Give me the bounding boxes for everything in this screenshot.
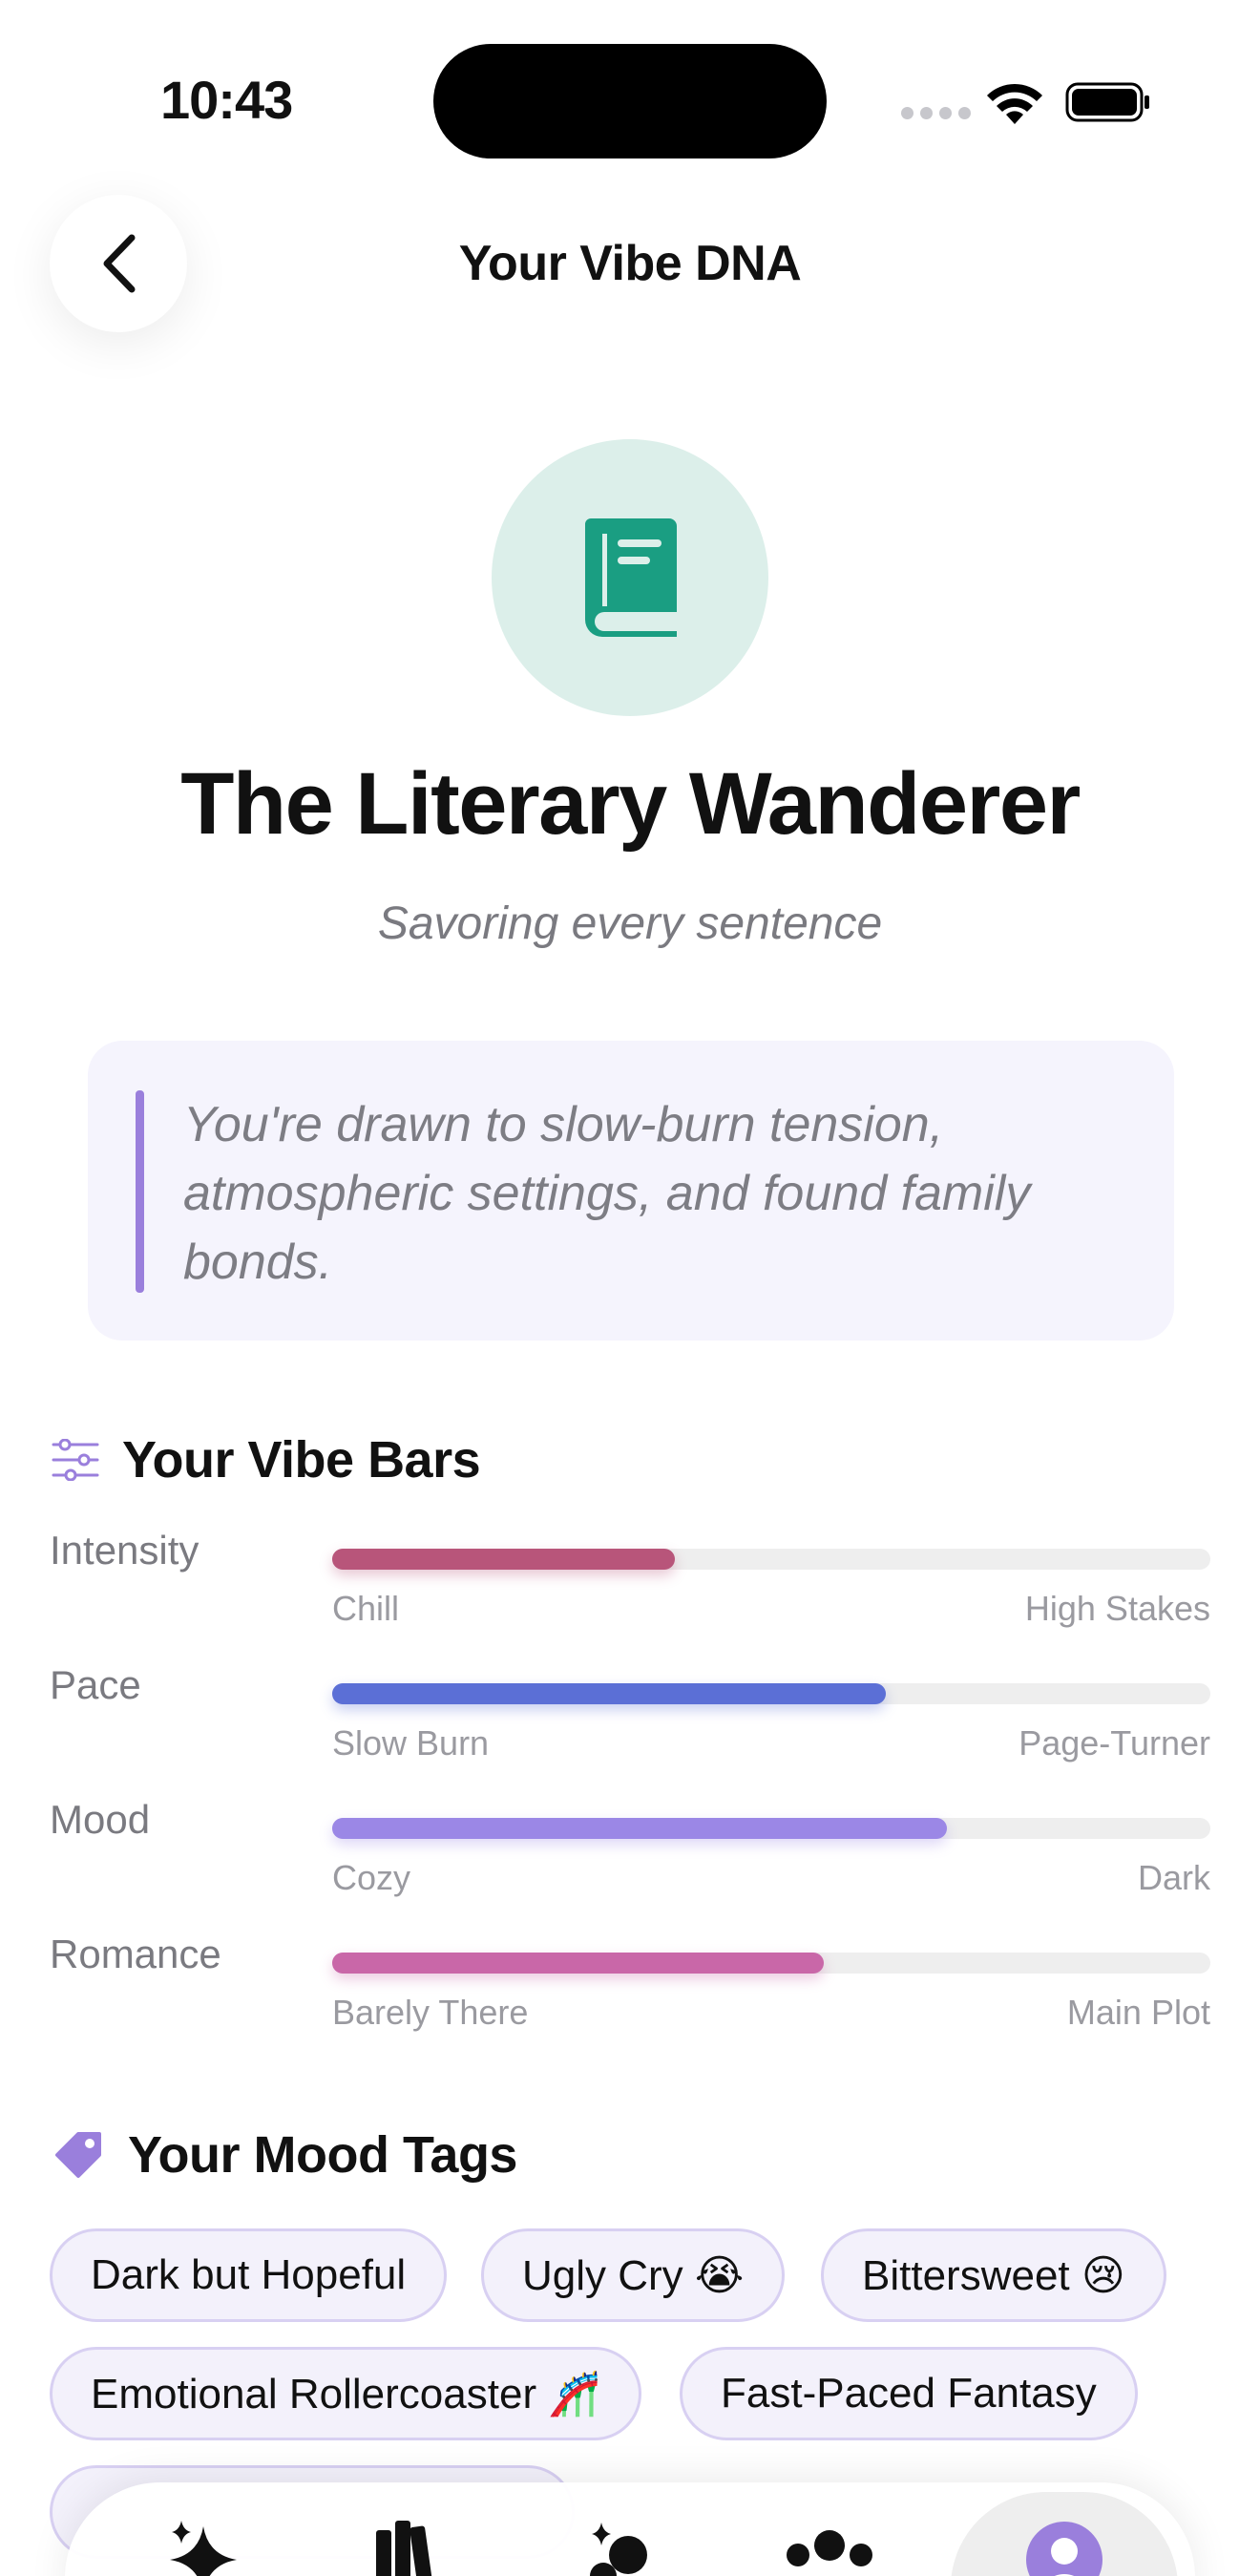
persona-quote: You're drawn to slow-burn tension, atmos… (183, 1097, 1031, 1290)
profile-icon[interactable] (1021, 2517, 1107, 2576)
vibe-bar-row: Mood Cozy Dark (50, 1797, 1210, 1921)
persona-avatar (492, 439, 768, 716)
mood-tag[interactable]: Dark but Hopeful (50, 2228, 448, 2322)
mood-tags-heading: Your Mood Tags (50, 2125, 517, 2185)
vibe-bar-min-label: Cozy (332, 1858, 411, 1897)
sparkles-icon[interactable] (160, 2517, 246, 2576)
wifi-icon (987, 83, 1042, 124)
vibe-bar-row: Pace Slow Burn Page-Turner (50, 1662, 1210, 1786)
tab-bar (65, 2482, 1195, 2576)
persona-title: The Literary Wanderer (180, 755, 1081, 853)
people-icon[interactable] (777, 2517, 882, 2576)
vibe-bar-min-label: Chill (332, 1589, 400, 1628)
vibe-bar-track (332, 1818, 1210, 1839)
vibe-bar-fill (332, 1549, 675, 1570)
status-time: 10:43 (160, 70, 293, 130)
mood-tags-title: Your Mood Tags (128, 2126, 517, 2184)
vibe-bar-label: Pace (50, 1662, 141, 1707)
page-title: Your Vibe DNA (458, 236, 802, 291)
persona-subtitle: Savoring every sentence (377, 898, 883, 949)
sliders-icon (52, 1439, 99, 1481)
vibe-bar-row: Intensity Chill High Stakes (50, 1528, 1210, 1652)
vibe-bar-fill (332, 1953, 824, 1974)
vibe-bar-fill (332, 1818, 947, 1839)
bubbles-icon[interactable] (580, 2517, 666, 2576)
cellular-signal-icon (901, 107, 971, 119)
vibe-bar-label: Intensity (50, 1528, 200, 1573)
vibe-bar-row: Romance Barely There Main Plot (50, 1932, 1210, 2056)
persona-quote-card: You're drawn to slow-burn tension, atmos… (88, 1041, 1174, 1341)
vibe-bar-track (332, 1953, 1210, 1974)
vibe-bar-label: Mood (50, 1797, 151, 1842)
quote-accent-bar (136, 1090, 144, 1293)
book-icon (585, 518, 677, 637)
vibe-bar-max-label: Page-Turner (1018, 1723, 1210, 1763)
battery-icon (1065, 82, 1149, 122)
vibe-bar-max-label: Dark (1137, 1858, 1210, 1897)
vibe-bar-min-label: Slow Burn (332, 1723, 490, 1763)
mood-tag[interactable]: Emotional Rollercoaster 🎢 (50, 2347, 642, 2440)
vibe-bar-max-label: High Stakes (1024, 1589, 1210, 1628)
vibe-bar-label: Romance (50, 1932, 221, 1976)
mood-tag[interactable]: Bittersweet 😢 (821, 2228, 1166, 2322)
vibe-bars-heading: Your Vibe Bars (50, 1430, 481, 1489)
vibe-bar-fill (332, 1683, 886, 1704)
vibe-bar-max-label: Main Plot (1066, 1993, 1210, 2032)
vibe-bar-track (332, 1683, 1210, 1704)
dynamic-island (433, 44, 827, 158)
vibe-dna-screen: 10:43 Your Vibe DNA The Literary Wandere… (0, 0, 1260, 2576)
books-icon[interactable] (365, 2517, 451, 2576)
mood-tag[interactable]: Fast-Paced Fantasy (680, 2347, 1138, 2440)
tag-icon (55, 2132, 101, 2178)
vibe-bars-title: Your Vibe Bars (122, 1431, 481, 1489)
vibe-bar-min-label: Barely There (332, 1993, 529, 2032)
mood-tag[interactable]: Ugly Cry 😭 (481, 2228, 786, 2322)
vibe-bar-track (332, 1549, 1210, 1570)
